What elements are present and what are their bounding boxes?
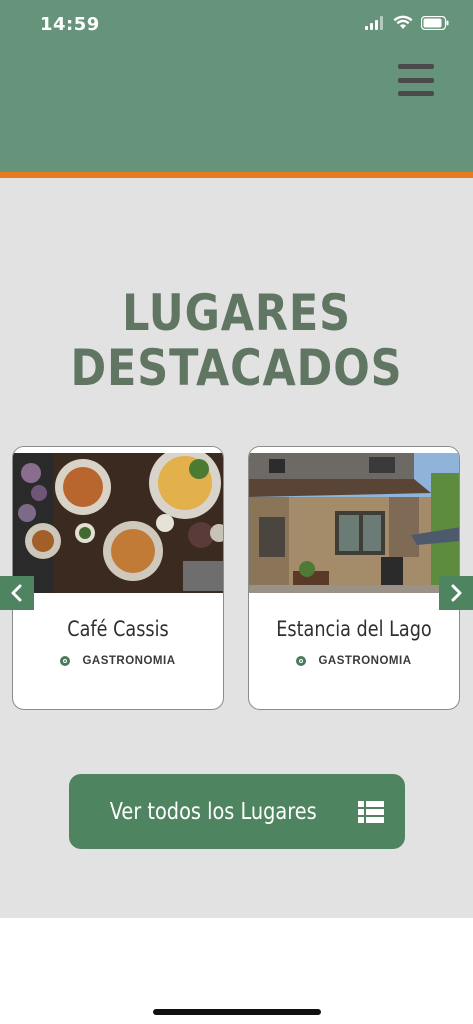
view-all-places-button[interactable]: Ver todos los Lugares (69, 774, 405, 849)
list-icon (358, 800, 385, 823)
card-category-label: GASTRONOMIA (82, 655, 176, 667)
carousel-prev-button[interactable] (0, 576, 34, 610)
home-indicator[interactable] (153, 1009, 321, 1015)
wifi-icon (393, 15, 413, 29)
section-title-line1: LUGARES (122, 284, 351, 342)
section-title: LUGARES DESTACADOS (33, 286, 440, 396)
status-time: 14:59 (40, 14, 100, 35)
status-bar: 14:59 (0, 0, 473, 50)
main-content: LUGARES DESTACADOS Café Cassis GASTRONOM… (0, 178, 473, 918)
card-title: Café Cassis (67, 617, 169, 641)
signal-icon (365, 15, 383, 30)
chevron-left-icon (11, 584, 22, 602)
card-image-food (13, 453, 223, 593)
card-image-building (249, 453, 459, 593)
battery-icon (421, 15, 449, 30)
status-icons (365, 15, 449, 30)
card-category-label: GASTRONOMIA (318, 655, 412, 667)
card-title: Estancia del Lago (276, 617, 432, 641)
card-category: GASTRONOMIA (249, 655, 459, 667)
hamburger-menu-icon[interactable] (398, 64, 434, 96)
view-all-places-label: Ver todos los Lugares (109, 798, 317, 825)
category-dot-icon (60, 656, 71, 666)
category-dot-icon (296, 656, 307, 666)
section-title-line2: DESTACADOS (70, 339, 403, 397)
place-card-cafe-cassis[interactable]: Café Cassis GASTRONOMIA (12, 446, 224, 710)
card-category: GASTRONOMIA (13, 655, 223, 667)
place-card-estancia-del-lago[interactable]: Estancia del Lago GASTRONOMIA (248, 446, 460, 710)
chevron-right-icon (451, 584, 462, 602)
carousel-next-button[interactable] (439, 576, 473, 610)
